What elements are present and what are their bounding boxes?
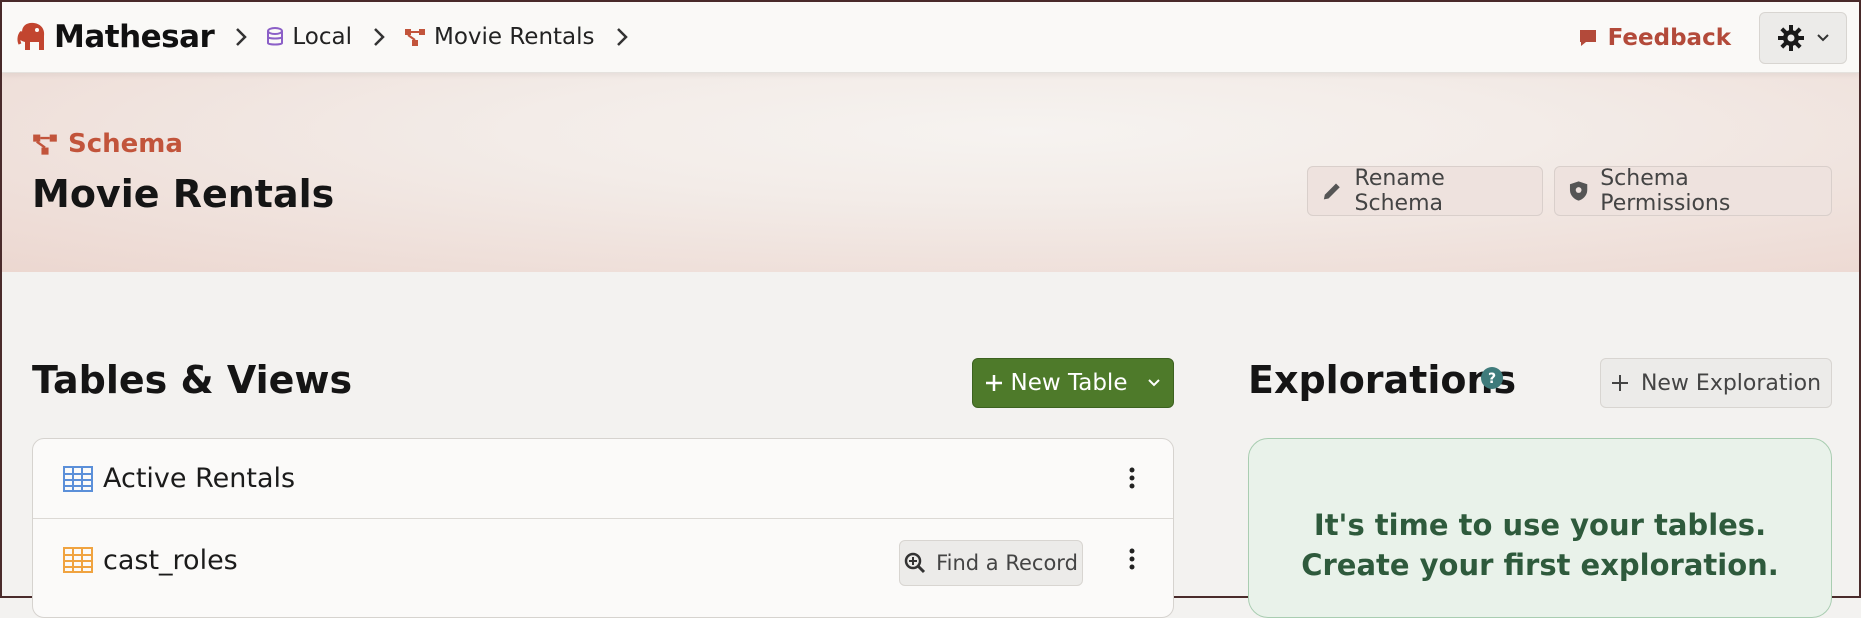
rename-schema-label: Rename Schema — [1354, 166, 1445, 216]
more-vertical-icon[interactable] — [1129, 467, 1135, 489]
app-logo[interactable]: Mathesar — [16, 19, 215, 55]
schema-kind-text: Schema — [68, 129, 183, 159]
chevron-right-icon[interactable] — [615, 26, 629, 48]
schema-permissions-label: Schema Permissions — [1600, 166, 1731, 216]
mathesar-logo-icon — [17, 22, 45, 50]
breadcrumb-database-label: Local — [292, 24, 352, 50]
schema-icon — [404, 29, 425, 46]
svg-text:?: ? — [1488, 371, 1496, 387]
breadcrumb-schema-label: Movie Rentals — [433, 24, 595, 50]
empty-state-message: It's time to use your tables. Create you… — [1301, 508, 1779, 582]
list-item[interactable]: Active Rentals — [33, 439, 1173, 519]
search-plus-icon — [904, 552, 926, 574]
find-record-button[interactable]: Find a Record — [899, 540, 1083, 586]
rename-schema-button[interactable]: Rename Schema — [1307, 166, 1543, 216]
chevron-down-icon — [1817, 34, 1829, 42]
pencil-icon — [1323, 183, 1340, 200]
tables-section-title: Tables & Views — [32, 358, 353, 402]
list-item[interactable]: cast_roles Find a Record — [33, 520, 1173, 600]
table-name: Active Rentals — [103, 463, 296, 494]
top-navigation-bar: Mathesar Local Movie Rentals Feedback — [2, 2, 1859, 73]
comment-icon — [1579, 30, 1596, 46]
chevron-right-icon — [236, 28, 248, 46]
schema-header: Schema Movie Rentals Rename Schema Schem… — [2, 72, 1859, 272]
breadcrumb-database[interactable]: Local — [266, 24, 352, 50]
new-exploration-button[interactable]: New Exploration — [1600, 358, 1832, 408]
new-table-label: New Table — [1010, 370, 1128, 396]
table-icon — [63, 465, 93, 492]
database-icon — [267, 27, 284, 46]
shield-icon — [1569, 181, 1588, 201]
feedback-label: Feedback — [1607, 25, 1731, 51]
tables-list: Active Rentals cast_roles Find a Record — [32, 438, 1174, 618]
app-name: Mathesar — [54, 19, 215, 55]
table-icon — [63, 547, 93, 573]
chevron-right-icon — [374, 28, 385, 46]
plus-icon — [1611, 375, 1628, 391]
chevron-down-icon[interactable] — [1147, 378, 1161, 388]
table-name: cast_roles — [103, 544, 238, 576]
help-icon[interactable]: ? — [1480, 366, 1504, 390]
schema-icon — [33, 134, 57, 155]
plus-icon — [985, 375, 1002, 391]
feedback-link[interactable]: Feedback — [1578, 25, 1731, 51]
settings-menu-button[interactable] — [1759, 12, 1847, 64]
gear-icon — [1778, 25, 1804, 51]
schema-permissions-button[interactable]: Schema Permissions — [1554, 166, 1832, 216]
explorations-empty-state: It's time to use your tables. Create you… — [1248, 438, 1832, 618]
breadcrumb-schema[interactable]: Movie Rentals — [404, 24, 595, 50]
find-record-label: Find a Record — [936, 551, 1078, 575]
new-exploration-label: New Exploration — [1640, 370, 1822, 396]
schema-kind-label: Schema — [32, 129, 183, 159]
new-table-button[interactable]: New Table — [972, 358, 1174, 408]
more-vertical-icon[interactable] — [1129, 548, 1135, 570]
page-title: Movie Rentals — [32, 172, 335, 216]
explorations-section-title: Explorations — [1248, 358, 1517, 402]
